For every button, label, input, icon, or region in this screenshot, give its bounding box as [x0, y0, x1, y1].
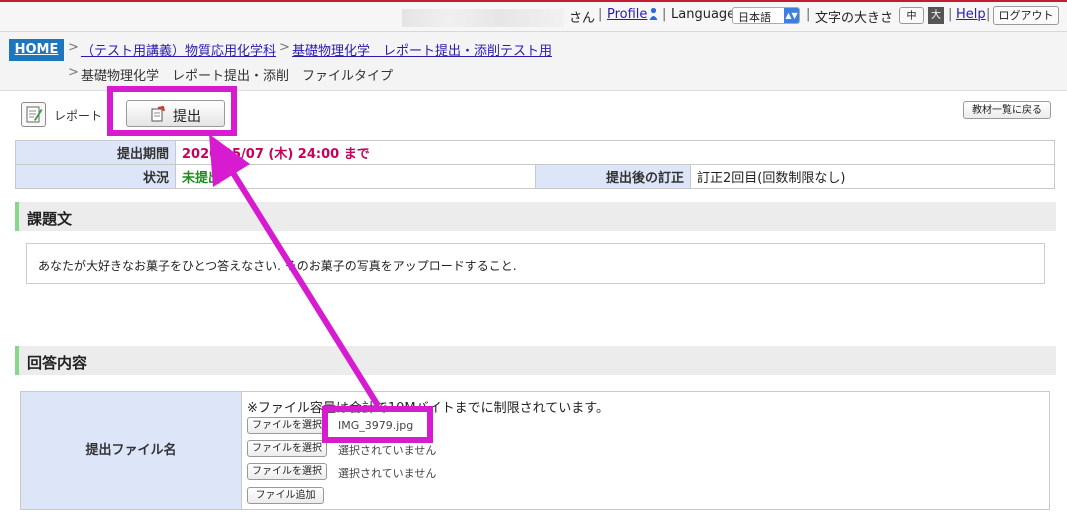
- file-highlight-box: [322, 406, 433, 443]
- chosen-file-name: 選択されていません: [338, 467, 437, 480]
- submit-highlight-box: [107, 86, 237, 136]
- select-arrow-icon: ▲▼: [784, 8, 799, 23]
- breadcrumb-course-link[interactable]: （テスト用講義）物質応用化学科: [81, 40, 276, 59]
- user-suffix: さん: [569, 11, 596, 26]
- chosen-file-name: 選択されていません: [338, 444, 437, 457]
- assignment-text: あなたが大好きなお菓子をひとつ答えなさい. そのお菓子の写真をアップロードするこ…: [26, 243, 1045, 284]
- report-label: レポート: [54, 109, 103, 123]
- breadcrumb-assignment-link[interactable]: 基礎物理化学 レポート提出・添削テスト用: [292, 40, 552, 59]
- choose-file-button[interactable]: ファイルを選択: [247, 417, 327, 434]
- home-button[interactable]: HOME: [9, 39, 64, 61]
- person-icon: [649, 7, 658, 20]
- file-field-label: 提出ファイル名: [21, 392, 242, 509]
- choose-file-button[interactable]: ファイルを選択: [247, 440, 327, 457]
- font-size-medium-button[interactable]: 中: [899, 7, 924, 24]
- profile-link[interactable]: Profile: [607, 7, 647, 22]
- correction-label: 提出後の訂正: [535, 164, 691, 189]
- status-value: 未提出: [175, 164, 536, 189]
- chevron-right-icon: >: [68, 40, 79, 55]
- add-file-button[interactable]: ファイル追加: [247, 487, 324, 504]
- period-label: 提出期間: [15, 140, 176, 165]
- blurred-username: [402, 9, 564, 27]
- font-size-label: 文字の大きさ: [815, 11, 894, 26]
- report-icon: [21, 102, 46, 127]
- period-value: 2020/05/07 (木) 24:00 まで: [175, 140, 1055, 165]
- language-label: Language: [671, 7, 736, 22]
- language-select[interactable]: 日本語 ▲▼: [732, 7, 800, 24]
- font-size-large-button[interactable]: 大: [928, 7, 944, 24]
- answer-section-title: 回答内容: [15, 346, 1056, 375]
- logout-button[interactable]: ログアウト: [993, 6, 1059, 25]
- breadcrumb-current: 基礎物理化学 レポート提出・添削 ファイルタイプ: [81, 69, 394, 84]
- submission-info-table: 提出期間 2020/05/07 (木) 24:00 まで 状況 未提出 提出後の…: [15, 140, 1055, 189]
- correction-value: 訂正2回目(回数制限なし): [690, 164, 1055, 189]
- chevron-right-icon: >: [279, 40, 290, 55]
- chevron-right-icon: >: [68, 65, 79, 80]
- back-to-materials-button[interactable]: 教材一覧に戻る: [963, 101, 1051, 119]
- status-label: 状況: [15, 164, 176, 189]
- assignment-section-title: 課題文: [15, 202, 1056, 231]
- choose-file-button[interactable]: ファイルを選択: [247, 463, 327, 480]
- help-link[interactable]: Help: [956, 7, 986, 22]
